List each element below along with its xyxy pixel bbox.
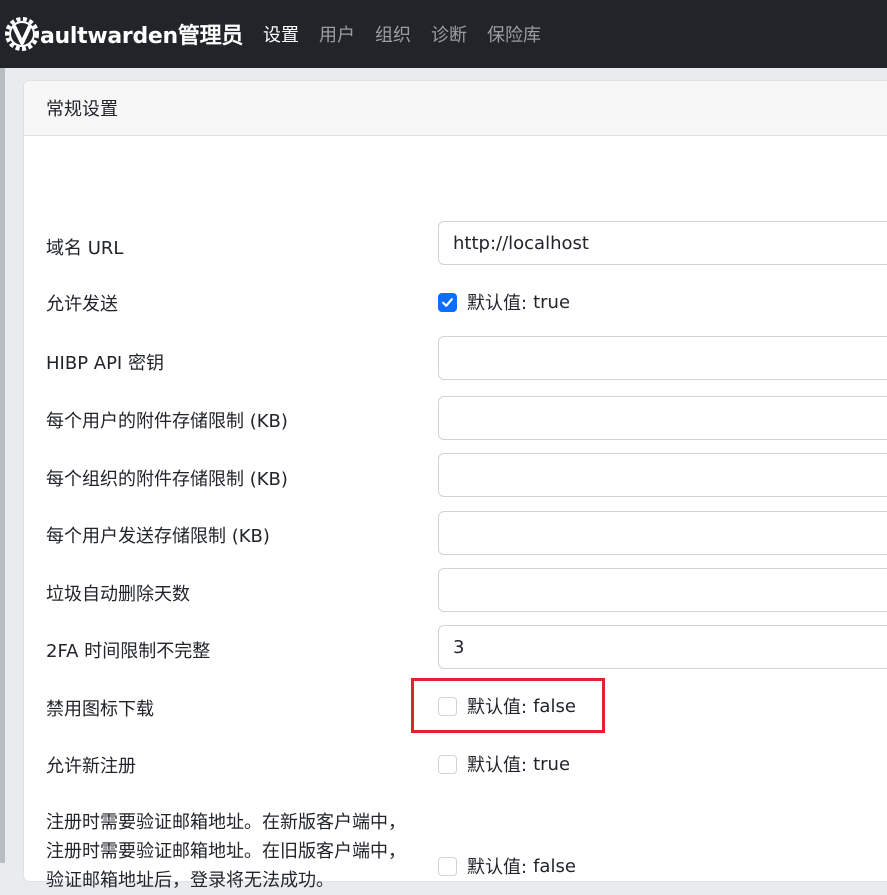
card-header[interactable]: 常规设置 bbox=[24, 81, 887, 136]
highlight-box bbox=[411, 678, 605, 733]
setting-label: 允许发送 bbox=[46, 294, 118, 315]
setting-label: 注册时需要验证邮箱地址。在新版客户端中，注册时需要验证邮箱地址。在旧版客户端中，… bbox=[46, 812, 406, 891]
setting-label: 禁用图标下载 bbox=[46, 699, 154, 720]
trash-auto-delete-days-input[interactable] bbox=[438, 568, 887, 612]
brand[interactable]: aultwarden管理员 bbox=[4, 16, 243, 52]
default-label: 默认值: bbox=[467, 293, 528, 314]
setting-label: 允许新注册 bbox=[46, 756, 136, 777]
org-attachment-limit-input[interactable] bbox=[438, 453, 887, 497]
hibp-api-key-input[interactable] bbox=[438, 336, 887, 380]
setting-label: 垃圾自动删除天数 bbox=[46, 584, 190, 605]
left-scroll-strip bbox=[0, 68, 5, 863]
setting-label: 每个用户发送存储限制 (KB) bbox=[46, 526, 270, 547]
signups-allowed-checkbox[interactable] bbox=[438, 754, 457, 774]
setting-label: 2FA 时间限制不完整 bbox=[46, 641, 211, 662]
default-label: 默认值: bbox=[467, 755, 528, 776]
allow-send-checkbox[interactable] bbox=[438, 292, 457, 312]
checkbox-group: 默认值: false bbox=[438, 853, 576, 879]
checkbox-group: 默认值: true bbox=[438, 289, 570, 315]
brand-title: aultwarden管理员 bbox=[40, 24, 244, 49]
setting-label: 每个组织的附件存储限制 (KB) bbox=[46, 469, 288, 490]
default-value: true bbox=[533, 291, 571, 313]
check-icon bbox=[442, 297, 453, 307]
setting-label: HIBP API 密钥 bbox=[46, 353, 164, 374]
user-attachment-limit-input[interactable] bbox=[438, 396, 887, 440]
incomplete-2fa-time-limit-input[interactable]: 3 bbox=[438, 625, 887, 669]
nav-link-users[interactable]: 用户 bbox=[319, 21, 355, 47]
signups-verify-checkbox[interactable] bbox=[438, 856, 457, 876]
user-send-limit-input[interactable] bbox=[438, 511, 887, 555]
nav-link-settings[interactable]: 设置 bbox=[263, 21, 299, 47]
nav-link-vault[interactable]: 保险库 bbox=[487, 21, 541, 47]
default-label: 默认值: bbox=[467, 857, 528, 878]
card-title: 常规设置 bbox=[46, 99, 118, 120]
top-navbar: aultwarden管理员 设置 用户 组织 诊断 保险库 bbox=[0, 0, 887, 68]
nav-link-organizations[interactable]: 组织 bbox=[375, 21, 411, 47]
nav-link-diagnostics[interactable]: 诊断 bbox=[431, 21, 467, 47]
setting-label: 域名 URL bbox=[46, 238, 124, 259]
nav-links: 设置 用户 组织 诊断 保险库 bbox=[263, 21, 561, 47]
vaultwarden-logo-icon bbox=[5, 17, 39, 51]
domain-url-input[interactable]: http://localhost bbox=[438, 221, 887, 265]
setting-label: 每个用户的附件存储限制 (KB) bbox=[46, 411, 288, 432]
default-value: true bbox=[533, 753, 571, 775]
default-value: false bbox=[533, 855, 576, 877]
checkbox-group: 默认值: true bbox=[438, 751, 570, 777]
general-settings-card: 常规设置 域名 URL http://localhost 允许发送 默认值: t… bbox=[23, 80, 887, 891]
